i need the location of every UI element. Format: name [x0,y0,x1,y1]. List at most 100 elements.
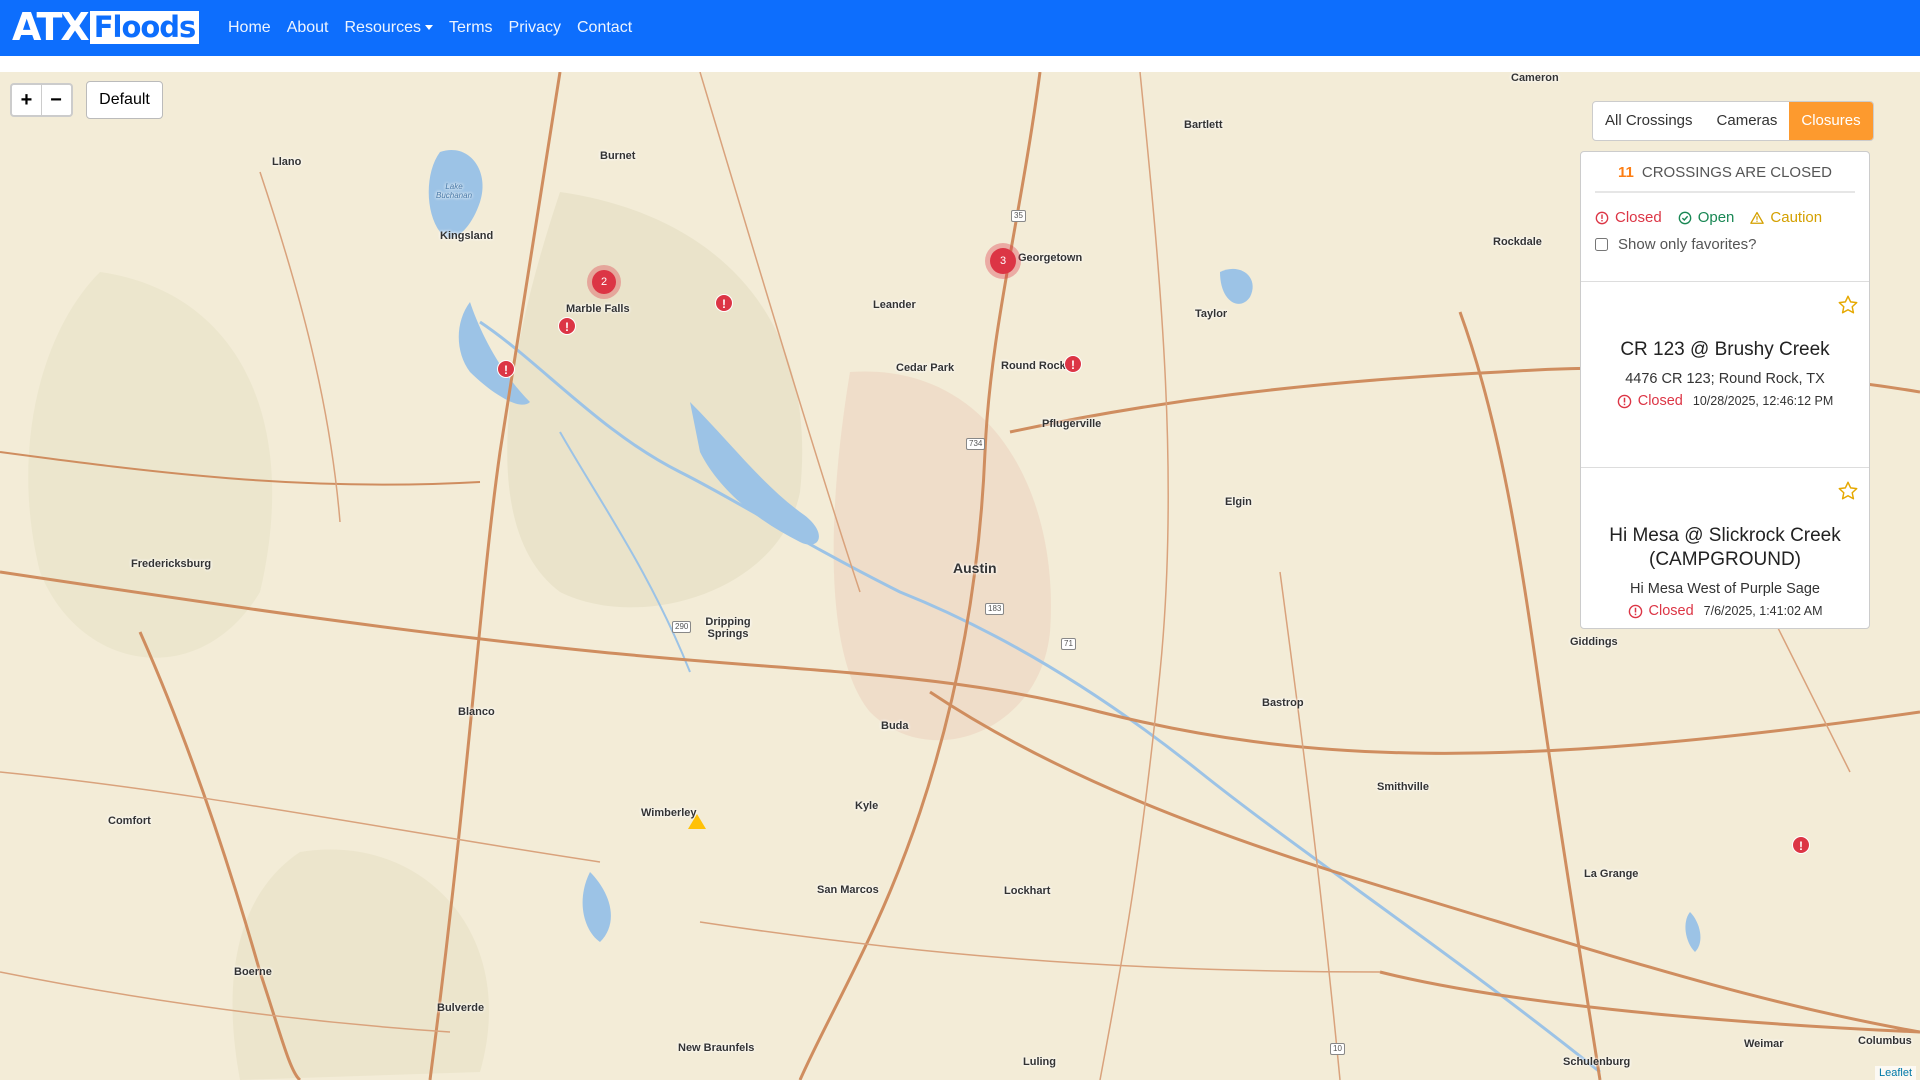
town-label: Giddings [1570,636,1618,648]
closure-cluster[interactable]: 3 [985,243,1021,279]
town-label: Comfort [108,815,151,827]
crossing-status-label: Closed [1648,603,1694,619]
town-label: Cedar Park [896,362,955,374]
panel-header: 11 CROSSINGS ARE CLOSED Closed Open Cauti… [1581,152,1869,282]
favorite-star-icon[interactable] [1837,480,1859,502]
zoom-out-button[interactable]: − [41,85,70,115]
favorites-label: Show only favorites? [1618,236,1757,253]
legend-caution: Caution [1750,209,1822,226]
legend-open: Open [1678,209,1735,226]
brand-floods-text: Floods [89,11,200,44]
town-label: Weimar [1744,1038,1784,1050]
nav-privacy[interactable]: Privacy [509,19,561,37]
default-view-button[interactable]: Default [86,81,163,119]
closed-crossing-marker[interactable]: ! [1064,355,1082,373]
closed-crossing-marker[interactable]: ! [497,360,515,378]
town-label: San Marcos [817,884,879,896]
zoom-control: + − [10,83,73,117]
town-label: Austin [953,560,997,576]
town-label: Llano [272,156,302,168]
town-label: Blanco [458,706,495,718]
town-label: Rockdale [1493,236,1542,248]
town-label: Bartlett [1184,119,1223,131]
crossing-address: 4476 CR 123; Round Rock, TX [1625,371,1825,387]
highway-shield-icon: 734 [966,438,986,450]
crossing-filter-tabs: All Crossings Cameras Closures [1592,101,1874,141]
map-attribution-link[interactable]: Leaflet [1874,1066,1916,1080]
nav-about[interactable]: About [287,19,329,37]
top-navbar: ATX Floods Home About Resources Terms Pr… [0,0,1920,56]
legend-caution-label: Caution [1770,209,1823,226]
town-label: Pflugerville [1042,418,1102,430]
crossing-address: Hi Mesa West of Purple Sage [1630,581,1820,597]
closure-cluster[interactable]: 2 [587,265,621,299]
closed-crossing-marker[interactable]: ! [715,294,733,312]
town-label: Boerne [234,966,272,978]
zoom-in-button[interactable]: + [12,85,41,115]
town-label: Columbus [1858,1035,1912,1047]
nav-links: Home About Resources Terms Privacy Conta… [228,0,648,56]
chevron-down-icon [424,25,433,31]
tab-all-crossings[interactable]: All Crossings [1593,102,1705,140]
town-label: Elgin [1225,496,1252,508]
town-label: Lockhart [1004,885,1051,897]
town-label: Schulenburg [1563,1056,1631,1068]
town-label: Taylor [1195,308,1228,320]
town-label: Dripping Springs [705,616,751,640]
crossing-card[interactable]: CR 123 @ Brushy Creek 4476 CR 123; Round… [1581,282,1869,468]
status-legend: Closed Open Caution [1595,209,1855,226]
town-label: Bastrop [1262,697,1304,709]
legend-closed-label: Closed [1615,209,1662,226]
legend-open-label: Open [1697,209,1735,226]
closed-icon [1628,604,1642,618]
highway-shield-icon: 290 [672,621,692,633]
brand-atx-text: ATX [12,5,90,49]
town-label: Fredericksburg [131,558,212,570]
crossing-status-label: Closed [1637,393,1683,409]
lake-label: Lake Buchanan [435,182,473,200]
closed-icon [1595,211,1609,224]
brand-logo[interactable]: ATX Floods [12,5,200,49]
legend-closed: Closed [1595,209,1662,226]
caution-triangle-icon [1750,211,1765,224]
nav-resources-dropdown[interactable]: Resources [345,19,433,37]
open-check-icon [1678,211,1692,224]
crossing-title: CR 123 @ Brushy Creek [1620,339,1830,360]
nav-terms[interactable]: Terms [449,19,493,37]
highway-shield-icon: 71 [1061,638,1076,650]
nav-contact[interactable]: Contact [577,19,632,37]
favorites-checkbox[interactable] [1595,238,1608,251]
crossing-status: Closed 7/6/2025, 1:41:02 AM [1581,603,1869,619]
nav-resources-label: Resources [344,19,421,36]
closed-crossing-marker[interactable]: ! [558,317,576,335]
favorite-star-icon[interactable] [1837,294,1859,316]
crossing-card[interactable]: Hi Mesa @ Slickrock Creek (CAMPGROUND) H… [1581,468,1869,628]
cluster-count: 2 [592,270,616,294]
cluster-count: 3 [990,248,1016,274]
town-label: Cameron [1511,72,1559,84]
town-label: Georgetown [1018,252,1083,264]
tab-closures[interactable]: Closures [1789,102,1873,140]
crossing-status: Closed 10/28/2025, 12:46:12 PM [1581,393,1869,409]
town-label: Luling [1023,1056,1056,1068]
closed-icon [1617,394,1632,408]
town-label: La Grange [1584,868,1639,880]
town-label: Round Rock [1001,360,1066,372]
town-label: New Braunfels [678,1042,755,1054]
nav-home[interactable]: Home [228,19,271,37]
highway-shield-icon: 35 [1011,210,1026,222]
closure-count: 11 [1618,164,1634,181]
caution-crossing-marker[interactable] [688,814,706,829]
closed-crossing-marker[interactable]: ! [1792,836,1810,854]
crossing-timestamp: 7/6/2025, 1:41:02 AM [1703,604,1823,618]
town-label: Leander [873,299,916,311]
crossing-title: Hi Mesa @ Slickrock Creek (CAMPGROUND) [1609,525,1841,570]
closures-panel: 11 CROSSINGS ARE CLOSED Closed Open Cauti… [1580,151,1870,629]
closure-count-text: CROSSINGS ARE CLOSED [1641,164,1832,181]
tab-cameras[interactable]: Cameras [1705,102,1790,140]
closure-count-line: 11 CROSSINGS ARE CLOSED [1595,164,1855,193]
town-label: Smithville [1377,781,1429,793]
town-label: Kyle [855,800,879,812]
favorites-filter: Show only favorites? [1595,236,1855,253]
highway-shield-icon: 183 [985,603,1005,615]
